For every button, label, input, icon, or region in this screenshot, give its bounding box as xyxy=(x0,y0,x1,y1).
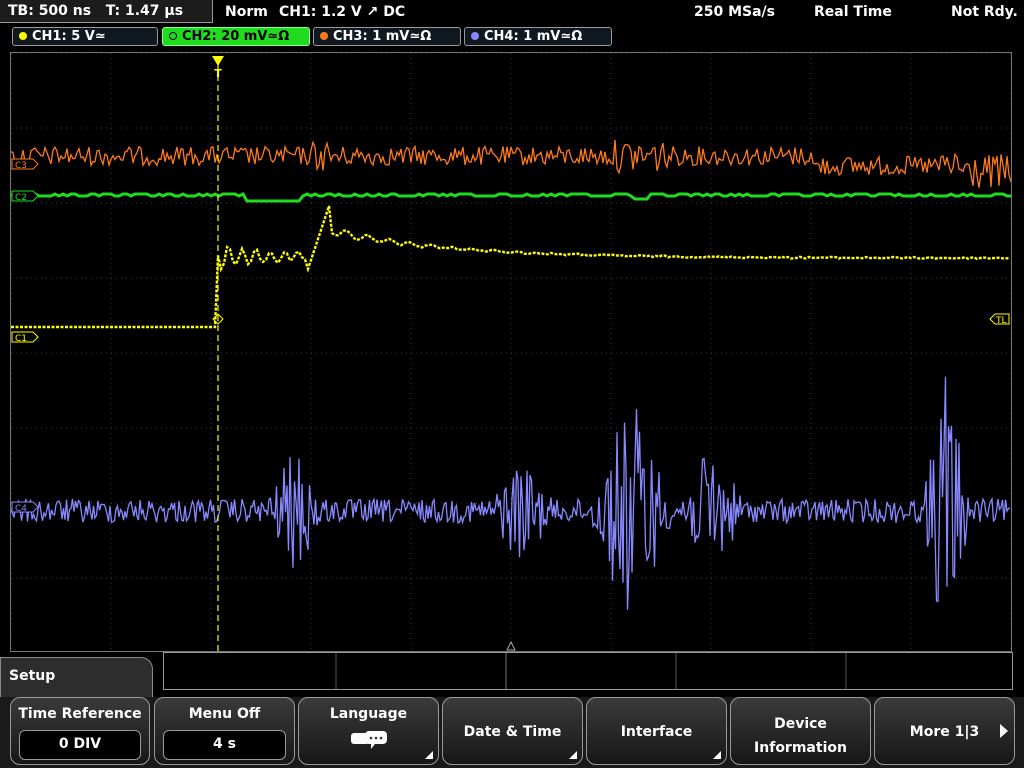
channel-tab-ch4[interactable]: CH4: 1 mV≃Ω xyxy=(464,27,612,46)
ch3-offset-marker[interactable]: C3 xyxy=(11,158,39,171)
ch3-marker-label: C3 xyxy=(15,161,27,171)
more-softkey[interactable]: More 1|3 xyxy=(874,697,1015,765)
softkey-title: Time Reference xyxy=(18,706,142,722)
softkey-title-line2: Information xyxy=(754,740,847,756)
channel-color-dot xyxy=(320,32,328,40)
ch2-offset-marker[interactable]: C2 xyxy=(11,190,39,203)
softkey-title: Interface xyxy=(620,724,693,740)
channel-tab-label: CH3: 1 mV≃Ω xyxy=(333,29,432,44)
acquisition-mode[interactable]: Real Time xyxy=(814,0,892,24)
time-reference-softkey[interactable]: Time Reference 0 DIV xyxy=(10,697,150,765)
ready-state: Not Rdy. xyxy=(951,4,1018,20)
ch2-trace xyxy=(11,192,1011,203)
device-information-softkey[interactable]: Device Information xyxy=(730,697,871,765)
ch1-marker-label: C1 xyxy=(15,334,27,344)
ch1-offset-marker[interactable]: C1 xyxy=(11,331,39,344)
trigger-info[interactable]: CH1: 1.2 V ↗ DC xyxy=(279,0,405,24)
softkey-title: Language xyxy=(329,706,408,722)
channel-color-dot xyxy=(19,32,27,40)
overview-strip[interactable] xyxy=(163,652,1013,690)
softkey-title: More 1|3 xyxy=(909,724,980,740)
trigger-mode[interactable]: Norm xyxy=(225,0,268,24)
menu-off-value: 4 s xyxy=(163,730,286,760)
trigger-marker-label: T xyxy=(214,67,222,80)
channel-tab-ch3[interactable]: CH3: 1 mV≃Ω xyxy=(313,27,461,46)
submenu-corner-icon xyxy=(713,751,721,759)
status-bar: TB: 500 ns T: 1.47 µs Norm CH1: 1.2 V ↗ … xyxy=(0,0,1024,24)
submenu-corner-icon xyxy=(569,751,577,759)
channel-tab-label: CH2: 20 mV≃Ω xyxy=(182,29,290,44)
softkey-title: Date & Time xyxy=(463,724,562,740)
channel-tab-label: CH1: 5 V≃ xyxy=(32,29,106,44)
trigger-level-label: TL xyxy=(995,316,1007,326)
ch4-offset-marker[interactable]: C4 xyxy=(11,501,39,514)
trigger-position-marker[interactable]: T xyxy=(212,56,224,80)
softkey-title: Menu Off xyxy=(188,706,261,722)
waveform-display[interactable]: T C3 C2 C1 C4 TL xyxy=(10,52,1012,652)
chat-dot xyxy=(374,736,377,740)
chat-bubble-tail xyxy=(370,744,375,749)
softkey-title-line1: Device xyxy=(774,716,827,732)
date-time-softkey[interactable]: Date & Time xyxy=(442,697,583,765)
trigger-level-marker[interactable]: TL xyxy=(989,313,1010,326)
trigger-marker-flag xyxy=(212,56,224,66)
softkey-title: Device Information xyxy=(731,712,870,760)
time-reference-value: 0 DIV xyxy=(19,730,141,760)
channel-tab-ch1[interactable]: CH1: 5 V≃ xyxy=(12,27,158,46)
graticule-grid xyxy=(11,53,1011,651)
channel-color-dot xyxy=(471,32,479,40)
language-chat-icon xyxy=(350,731,387,749)
chat-dot xyxy=(379,736,382,740)
next-page-arrow-icon xyxy=(1000,724,1008,738)
channel-tab-ch2[interactable]: CH2: 20 mV≃Ω xyxy=(162,27,310,46)
submenu-corner-icon xyxy=(425,751,433,759)
overview-canvas xyxy=(335,653,847,689)
ch4-marker-label: C4 xyxy=(15,504,27,514)
language-softkey[interactable]: Language xyxy=(298,697,439,765)
sample-rate: 250 MSa/s xyxy=(694,4,776,20)
chat-dot xyxy=(369,736,372,740)
waveform-canvas: T C3 C2 C1 C4 TL xyxy=(11,53,1011,651)
interface-softkey[interactable]: Interface xyxy=(586,697,727,765)
timebase-readout[interactable]: TB: 500 ns T: 1.47 µs xyxy=(0,0,213,23)
menu-off-softkey[interactable]: Menu Off 4 s xyxy=(154,697,295,765)
channel-tabs: CH1: 5 V≃ CH2: 20 mV≃Ω CH3: 1 mV≃Ω CH4: … xyxy=(0,24,1024,48)
ch2-marker-label: C2 xyxy=(15,193,27,203)
menu-title: Setup xyxy=(0,657,153,697)
channel-color-dot xyxy=(169,32,177,40)
channel-tab-label: CH4: 1 mV≃Ω xyxy=(484,29,583,44)
